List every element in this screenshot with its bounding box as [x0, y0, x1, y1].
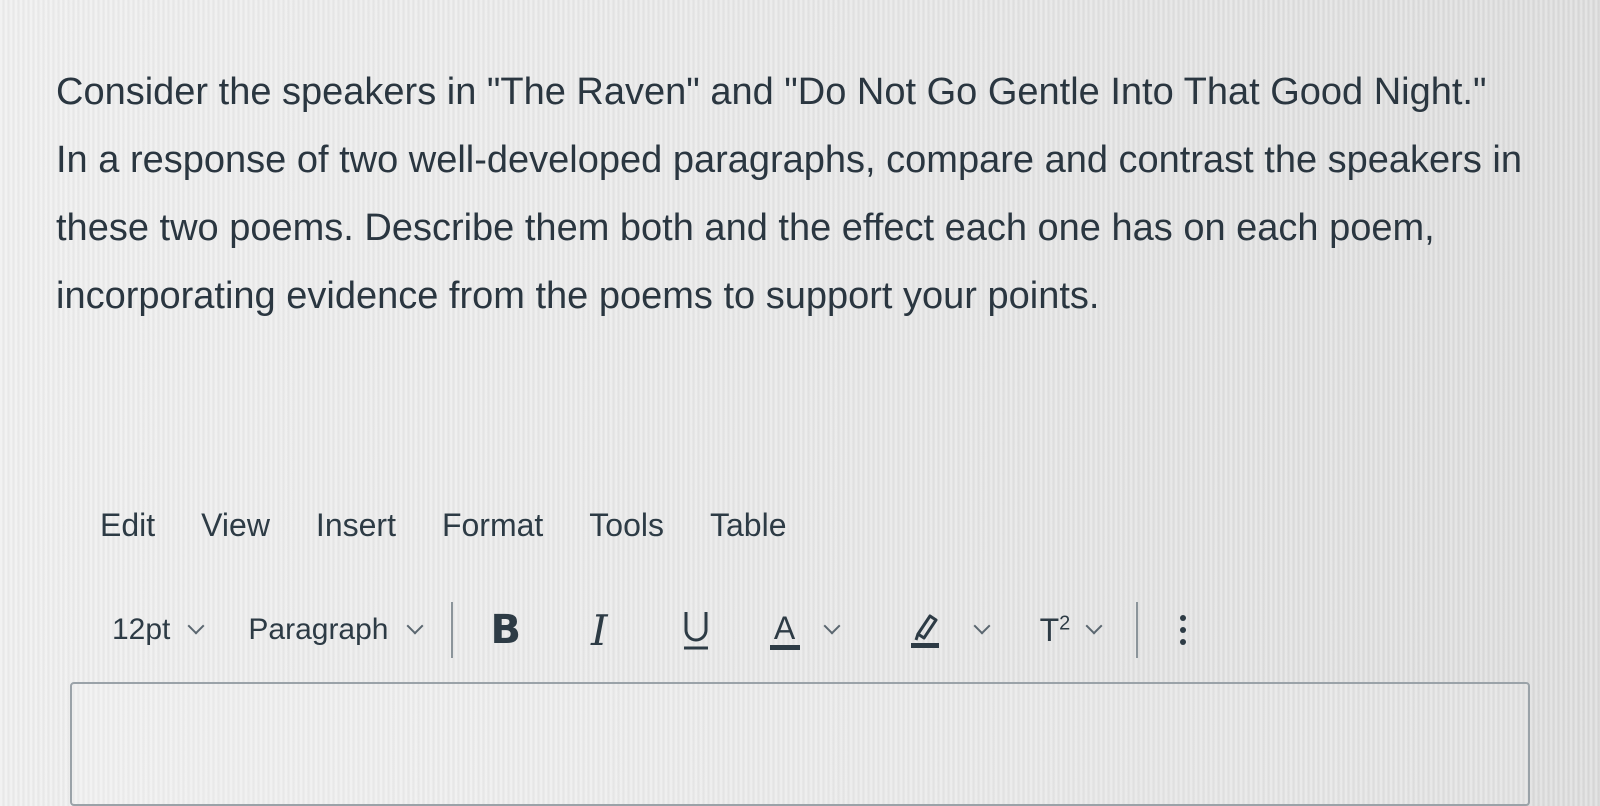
text-color-swatch [769, 645, 800, 650]
question-prompt: Consider the speakers in "The Raven" and… [56, 58, 1546, 330]
block-format-select[interactable]: Paragraph [248, 613, 423, 647]
underline-button[interactable] [678, 608, 714, 652]
menu-format[interactable]: Format [442, 500, 543, 550]
superscript-exp: 2 [1059, 611, 1071, 634]
rich-text-editor[interactable] [70, 682, 1530, 806]
bold-button[interactable]: B [491, 607, 522, 653]
toolbar-divider [1136, 602, 1139, 658]
chevron-down-icon [406, 617, 423, 635]
block-format-value: Paragraph [248, 613, 389, 646]
chevron-down-icon[interactable] [1085, 617, 1103, 635]
italic-icon: I [591, 605, 608, 655]
editor-menubar: Edit View Insert Format Tools Table [100, 500, 787, 550]
underline-icon [683, 612, 708, 650]
font-size-value: 12pt [112, 613, 171, 646]
highlighter-icon [910, 614, 939, 648]
editor-toolbar: 12pt Paragraph B I A T2 [112, 600, 1188, 660]
prompt-line-2: In a response of two well-developed para… [56, 139, 1522, 317]
superscript-base: T [1039, 611, 1060, 648]
menu-edit[interactable]: Edit [100, 500, 155, 550]
chevron-down-icon[interactable] [823, 617, 841, 635]
menu-tools[interactable]: Tools [589, 500, 664, 550]
toolbar-divider [450, 602, 453, 658]
superscript-icon: T2 [1040, 612, 1071, 649]
menu-view[interactable]: View [201, 500, 270, 550]
text-color-button[interactable]: A [769, 610, 800, 650]
menu-table[interactable]: Table [710, 500, 787, 550]
menu-insert[interactable]: Insert [316, 500, 396, 550]
more-vertical-icon [1180, 615, 1187, 645]
highlight-button[interactable] [908, 610, 942, 650]
font-size-select[interactable]: 12pt [112, 613, 205, 647]
superscript-button[interactable]: T2 [1040, 612, 1071, 649]
bold-icon: B [490, 607, 522, 653]
text-color-label: A [773, 610, 796, 646]
chevron-down-icon[interactable] [973, 617, 991, 635]
more-button[interactable] [1178, 610, 1188, 650]
prompt-line-1: Consider the speakers in "The Raven" and… [56, 71, 1487, 113]
text-color-icon: A [769, 610, 800, 650]
chevron-down-icon [187, 617, 205, 635]
italic-button[interactable]: I [591, 606, 608, 655]
